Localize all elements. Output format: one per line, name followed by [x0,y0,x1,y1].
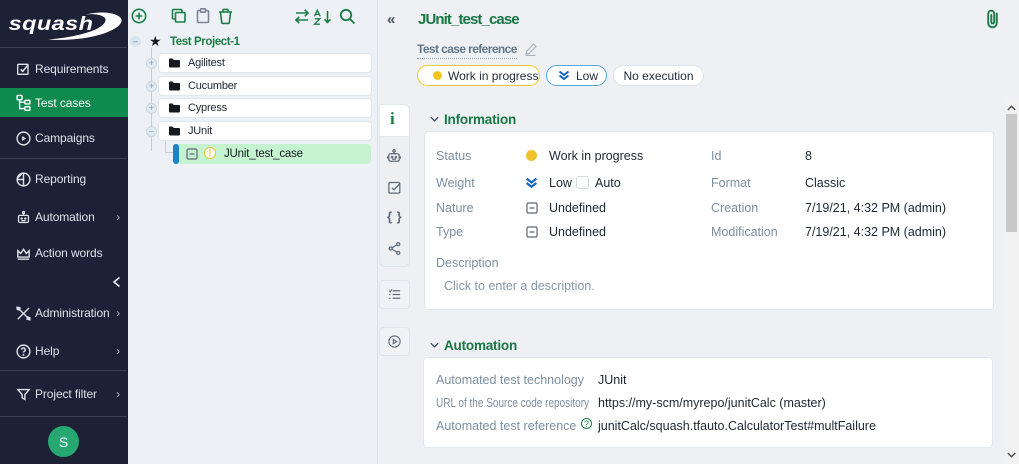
svg-text:squash: squash [9,13,94,34]
